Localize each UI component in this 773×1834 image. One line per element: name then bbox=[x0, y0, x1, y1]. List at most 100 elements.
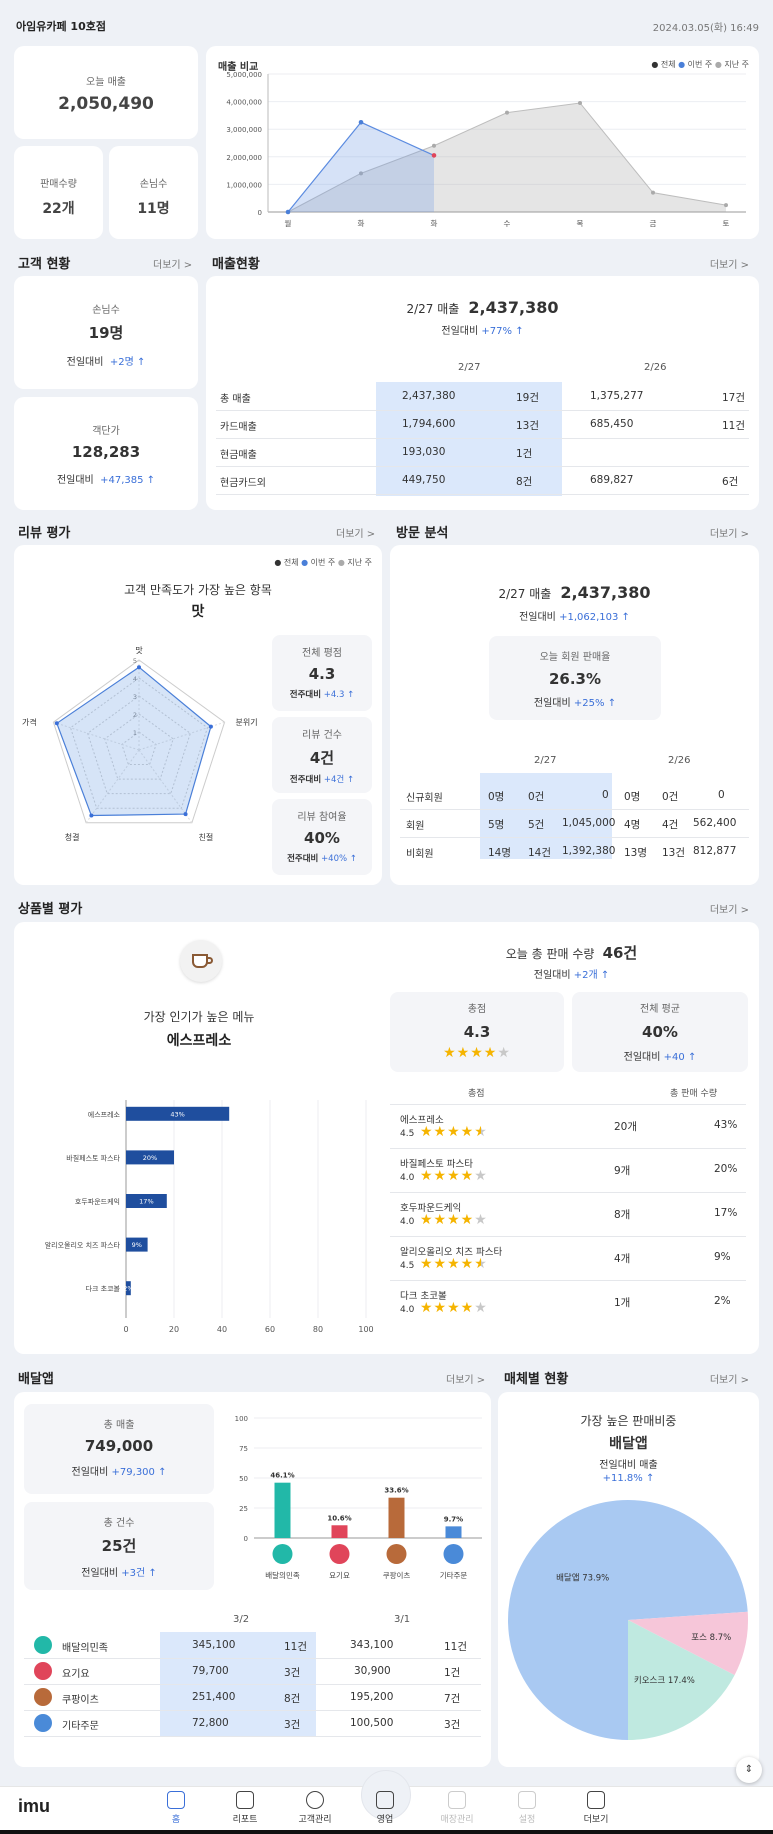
customer-guests-compare: 전일대비 +2명 ↑ bbox=[66, 357, 146, 368]
bar-value-label: 20% bbox=[143, 1154, 157, 1162]
row-divider bbox=[216, 494, 749, 495]
visit-more-link[interactable]: 더보기 > bbox=[710, 525, 749, 540]
customer-avg-value: 128,283 bbox=[71, 443, 141, 461]
sales-row-label: 총 매출 bbox=[220, 394, 251, 405]
today-sales-card: 오늘 매출 2,050,490 bbox=[14, 46, 198, 139]
review-card: ● 전체 ● 이번 주 ● 지난 주 고객 만족도가 가장 높은 항목 맛 5 4… bbox=[14, 545, 382, 885]
row-divider bbox=[390, 1104, 746, 1105]
visit-headline: 2/27 매출 2,437,380 bbox=[498, 583, 651, 602]
nav-item-home[interactable]: 홈 bbox=[146, 1791, 206, 1825]
delivery-more-link[interactable]: 더보기 > bbox=[446, 1371, 485, 1386]
product-card: 가장 인기가 높은 메뉴 에스프레소 0 20 40 60 80 100 에스프레소 43% 바… bbox=[14, 922, 759, 1354]
bar-value-label: 2% bbox=[123, 1285, 133, 1293]
product-more-link[interactable]: 더보기 > bbox=[710, 901, 749, 916]
delivery-card: 총 매출 749,000 전일대비 +79,300 ↑ 총 건수 25건 전일대… bbox=[14, 1392, 491, 1767]
nav-item-sales[interactable]: 영업 bbox=[355, 1791, 415, 1825]
delivery-row-label: 요기요 bbox=[62, 1669, 90, 1680]
sales-row-count: 1건 bbox=[516, 448, 533, 460]
nav-item-more[interactable]: 더보기 bbox=[566, 1791, 626, 1825]
last-week-point bbox=[724, 203, 728, 208]
delivery-row-prev-count: 7건 bbox=[444, 1693, 461, 1705]
sales-status-title: 매출현황 bbox=[212, 257, 260, 272]
delivery-row-count: 8건 bbox=[284, 1693, 301, 1705]
scroll-toggle-button[interactable]: ⇕ bbox=[736, 1757, 762, 1783]
product-table-h2: 총 판매 수량 bbox=[670, 1089, 718, 1099]
sales-row-value: 1,794,600 bbox=[402, 418, 456, 430]
bar-category-label: 호두파운드케익 bbox=[75, 1197, 120, 1206]
row-divider bbox=[24, 1710, 481, 1711]
visit-row-count: 5건 bbox=[528, 819, 545, 831]
qty-card: 판매수량 22개 bbox=[14, 146, 103, 239]
visit-member-rate: 26.3% bbox=[548, 670, 602, 688]
channel-more-link[interactable]: 더보기 > bbox=[710, 1371, 749, 1386]
nav-item-report[interactable]: 리포트 bbox=[215, 1791, 275, 1825]
y-tick-label: 3,000,000 bbox=[226, 126, 262, 134]
radar-point bbox=[183, 812, 188, 817]
visit-row-label: 신규회원 bbox=[406, 793, 443, 804]
bar-value-label: 46.1% bbox=[270, 1472, 294, 1480]
x-tick-label: 토 bbox=[723, 219, 730, 228]
bar-value-label: 43% bbox=[170, 1110, 184, 1118]
sales-icon bbox=[376, 1791, 394, 1809]
guests-label: 손님수 bbox=[139, 179, 168, 190]
sales-row-prev-value: 689,827 bbox=[590, 474, 634, 486]
product-score-stars: ★★★★★ bbox=[443, 1045, 511, 1061]
review-avg-label: 전체 평점 bbox=[302, 648, 342, 659]
this-week-point bbox=[285, 209, 291, 215]
review-count-label: 리뷰 건수 bbox=[302, 730, 342, 741]
customer-more-link[interactable]: 더보기 > bbox=[153, 256, 192, 271]
review-count-value: 4건 bbox=[309, 749, 335, 767]
sales-status-more-link[interactable]: 더보기 > bbox=[710, 256, 749, 271]
product-item-qty: 8개 bbox=[614, 1209, 631, 1221]
app-logo-icon bbox=[443, 1544, 464, 1564]
delivery-col1: 3/2 bbox=[233, 1614, 250, 1625]
product-item-score: 4.0 bbox=[400, 1305, 415, 1315]
row-divider bbox=[390, 1280, 746, 1281]
pie-label-kiosk: 키오스크 17.4% bbox=[634, 1676, 695, 1686]
nav-label: 홈 bbox=[171, 1815, 181, 1825]
home-indicator bbox=[0, 1830, 773, 1834]
row-divider bbox=[400, 809, 749, 810]
delivery-section-title: 배달앱 bbox=[18, 1372, 54, 1387]
nav-item-customer[interactable]: 고객관리 bbox=[285, 1791, 345, 1825]
sales-row-prev-count: 17건 bbox=[722, 392, 746, 404]
row-divider bbox=[216, 466, 749, 467]
store-icon bbox=[448, 1791, 466, 1809]
guests-card: 손님수 11명 bbox=[109, 146, 198, 239]
sales-row-count: 19건 bbox=[516, 392, 540, 404]
x-tick-label: 금 bbox=[650, 219, 657, 228]
last-week-point bbox=[578, 100, 582, 105]
qty-label: 판매수량 bbox=[40, 179, 77, 190]
product-table-h1: 총점 bbox=[468, 1089, 485, 1099]
visit-section-title: 방문 분석 bbox=[396, 526, 449, 541]
delivery-row-label: 배달의민족 bbox=[62, 1643, 108, 1654]
bar-value-label: 33.6% bbox=[384, 1487, 408, 1495]
bar-category-label: 바질페스토 파스타 bbox=[66, 1153, 120, 1162]
pie-label-delivery: 배달앱 73.9% bbox=[556, 1573, 609, 1584]
app-logo-icon bbox=[329, 1544, 350, 1564]
customer-guests-label: 손님수 bbox=[92, 305, 120, 316]
last-week-point bbox=[432, 143, 436, 148]
x-tick-label: 40 bbox=[217, 1325, 227, 1334]
y-tick-label: 4,000,000 bbox=[226, 99, 262, 107]
x-tick-label: 화 bbox=[431, 219, 438, 228]
nav-label: 영업 bbox=[376, 1815, 394, 1825]
product-item-pct: 2% bbox=[714, 1295, 731, 1307]
review-count-compare: 전주대비 +4건 ↑ bbox=[289, 775, 355, 785]
last-week-point bbox=[505, 110, 509, 115]
visit-row-prev-people: 4명 bbox=[624, 819, 641, 831]
review-radar-chart: 54321맛분위기친절청결가격 bbox=[22, 645, 258, 842]
visit-member-compare: 전일대비 +25% ↑ bbox=[533, 698, 617, 709]
nav-item-settings[interactable]: 설정 bbox=[497, 1791, 557, 1825]
this-week-point bbox=[431, 153, 437, 158]
review-rate-value: 40% bbox=[304, 829, 340, 847]
y-tick-label: 0 bbox=[244, 1535, 248, 1543]
delivery-col2: 3/1 bbox=[394, 1614, 411, 1625]
channel-cmp-value: +11.8% ↑ bbox=[602, 1473, 655, 1484]
sales-row-value: 193,030 bbox=[402, 446, 446, 458]
nav-item-store[interactable]: 매장관리 bbox=[427, 1791, 487, 1825]
review-more-link[interactable]: 더보기 > bbox=[336, 525, 375, 540]
bar-category-label: 다크 초코볼 bbox=[86, 1284, 121, 1293]
app-name-label: 배달의민족 bbox=[265, 1570, 300, 1580]
product-item-score: 4.5 bbox=[400, 1129, 415, 1139]
